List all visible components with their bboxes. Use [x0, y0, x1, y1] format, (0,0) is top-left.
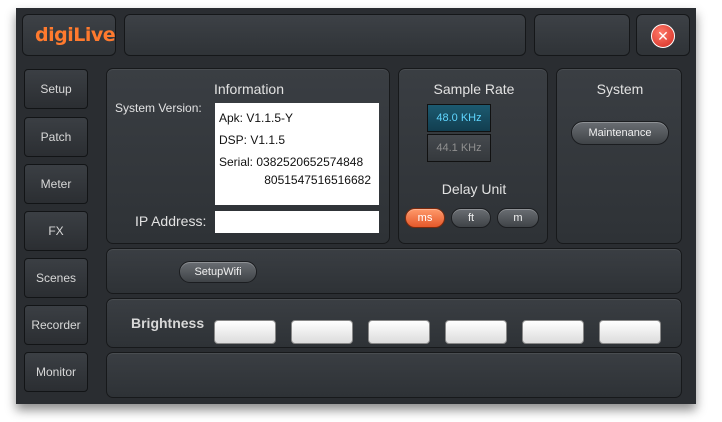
sample-rate-44k[interactable]: 44.1 KHz — [427, 134, 491, 162]
apk-version: Apk: V1.1.5-Y — [219, 111, 294, 125]
serial-number: Serial: 0382520652574848 — [219, 155, 364, 169]
nav-meter[interactable]: Meter — [24, 164, 88, 204]
nav-monitor-label: Monitor — [35, 365, 76, 379]
brightness-level-6[interactable] — [599, 320, 661, 344]
delay-unit-ft[interactable]: ft — [451, 208, 491, 228]
brightness-label: Brightness — [131, 315, 205, 331]
top-right-box — [534, 14, 630, 56]
close-button[interactable]: ✕ — [651, 24, 675, 48]
nav-scenes[interactable]: Scenes — [24, 258, 88, 298]
nav-recorder-label: Recorder — [31, 318, 81, 332]
delay-unit-ms[interactable]: ms — [405, 208, 445, 228]
nav-recorder[interactable]: Recorder — [24, 305, 88, 345]
nav-patch[interactable]: Patch — [24, 117, 88, 157]
mixer-window: digiLive ✕ Setup Patch Meter FX Scenes R… — [16, 8, 696, 404]
information-panel: Information System Version: Apk: V1.1.5-… — [106, 68, 390, 244]
nav-setup-label: Setup — [40, 82, 72, 96]
bottom-bar — [106, 352, 682, 398]
brightness-level-3[interactable] — [368, 320, 430, 344]
setup-wifi-button[interactable]: SetupWifi — [179, 261, 257, 283]
system-title: System — [596, 81, 644, 97]
system-version-label: System Version: — [115, 101, 202, 115]
close-icon: ✕ — [657, 27, 669, 44]
nav-setup[interactable]: Setup — [24, 69, 88, 109]
nav-monitor[interactable]: Monitor — [24, 352, 88, 392]
logo-box: digiLive — [22, 14, 116, 56]
serial-number-line2: 8051547516516682 — [264, 173, 371, 187]
version-info-box: Apk: V1.1.5-Y DSP: V1.1.5 Serial: 038252… — [215, 103, 379, 205]
dsp-version: DSP: V1.1.5 — [219, 133, 286, 147]
nav-meter-label: Meter — [40, 177, 72, 191]
system-panel: System Maintenance — [556, 68, 682, 244]
nav-fx-label: FX — [48, 224, 64, 238]
ip-address-label: IP Address: — [135, 213, 207, 229]
information-title: Information — [213, 81, 285, 97]
sample-rate-panel: Sample Rate 48.0 KHz 44.1 KHz Delay Unit… — [398, 68, 548, 244]
sample-rate-title: Sample Rate — [433, 81, 515, 97]
nav-scenes-label: Scenes — [35, 271, 77, 285]
brightness-level-2[interactable] — [291, 320, 353, 344]
wifi-bar: SetupWifi — [106, 248, 682, 294]
delay-unit-m[interactable]: m — [497, 208, 539, 228]
top-display-bar — [124, 14, 526, 56]
brightness-level-1[interactable] — [214, 320, 276, 344]
nav-patch-label: Patch — [40, 130, 72, 144]
maintenance-button[interactable]: Maintenance — [571, 121, 669, 145]
ip-address-field[interactable] — [215, 211, 379, 233]
sample-rate-48k[interactable]: 48.0 KHz — [427, 104, 491, 132]
delay-unit-title: Delay Unit — [441, 181, 507, 197]
close-box: ✕ — [636, 14, 690, 56]
brightness-level-5[interactable] — [522, 320, 584, 344]
nav-fx[interactable]: FX — [24, 211, 88, 251]
digilive-logo: digiLive — [35, 24, 116, 46]
brightness-level-4[interactable] — [445, 320, 507, 344]
